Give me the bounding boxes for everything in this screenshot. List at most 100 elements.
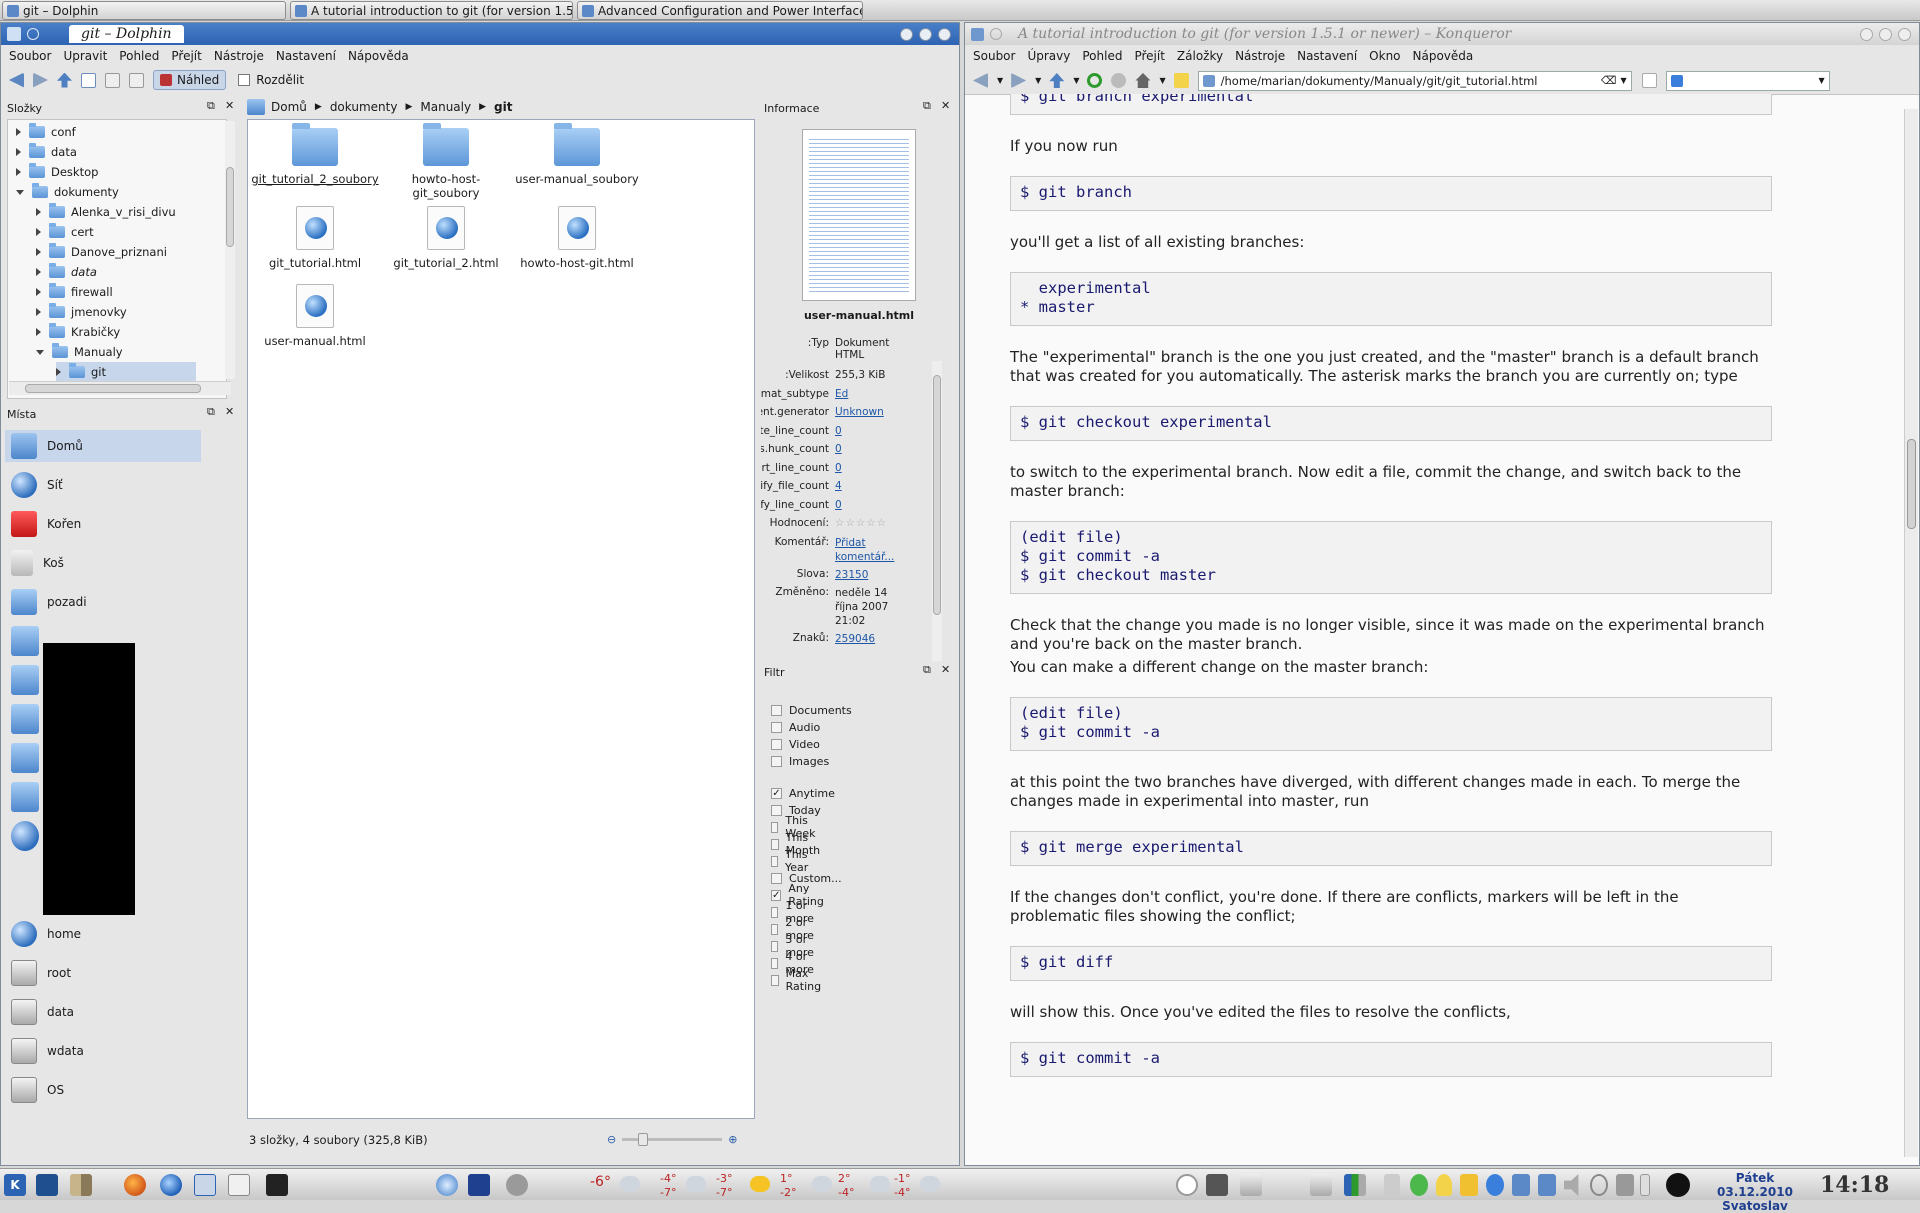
close-button[interactable] [938,27,951,41]
meta-value[interactable]: 0 [835,443,842,458]
tree-item[interactable]: Alenka_v_risi_divu [36,202,176,222]
konq-menu-item[interactable]: Přejít [1134,49,1164,63]
menu-settings[interactable]: Nastavení [276,49,336,63]
file-view[interactable]: git_tutorial_2_soubory howto-host-git_sou… [247,119,755,1119]
meta-value[interactable]: 23150 [835,568,907,582]
checkbox-icon[interactable] [771,923,779,935]
web-search-input[interactable]: ▼ [1665,70,1830,91]
checkbox-icon[interactable] [771,838,779,850]
tree-item[interactable]: git [56,362,197,382]
meta-value[interactable]: 0 [835,499,842,514]
bookmark-folder-icon[interactable] [1173,73,1189,88]
menu-help[interactable]: Nápověda [348,49,409,63]
checkbox-icon[interactable] [771,974,779,986]
folders-hscrollbar[interactable] [9,381,231,395]
filter-checkbox[interactable]: Documents [771,703,852,717]
kde-start-icon[interactable]: K [4,1174,26,1196]
tree-item[interactable]: data [36,262,97,282]
info-float-icon[interactable]: ⧉ [923,99,931,113]
filter-checkbox[interactable]: Images [771,754,829,768]
expand-arrow-icon[interactable] [36,248,41,256]
filter-checkbox[interactable]: Audio [771,720,820,734]
checkbox-icon[interactable] [771,940,779,952]
back-icon[interactable] [9,72,24,88]
panel-float-icon[interactable]: ⧉ [207,99,215,113]
folder-icon[interactable] [11,665,39,695]
konq-menu-item[interactable]: Pohled [1082,49,1122,63]
checkbox-icon[interactable] [771,906,779,918]
file-item[interactable]: howto-host-git.html [512,206,642,270]
maximize-button[interactable] [919,27,932,41]
forward-icon[interactable] [1011,73,1027,88]
bulb-tray-icon[interactable] [1436,1174,1452,1196]
expand-arrow-icon[interactable] [36,288,41,296]
folder-icon[interactable] [11,626,39,656]
info-tray-icon[interactable] [1384,1174,1400,1196]
konq-menu-item[interactable]: Soubor [973,49,1015,63]
screenshot-icon[interactable] [468,1174,490,1196]
search-dropdown-icon[interactable]: ▼ [1818,76,1824,85]
weather-widget[interactable]: -6° -4° -7° -3° -7° 1° -2° 2° -4° -1° -4° [590,1169,950,1201]
checkbox-icon[interactable] [771,755,782,767]
panel-close-icon[interactable]: ✕ [225,99,234,112]
file-item[interactable]: user-manual.html [250,284,380,348]
konq-menu-item[interactable]: Nastavení [1297,49,1357,63]
scroll-thumb[interactable] [25,384,201,393]
konq-menu-item[interactable]: Nástroje [1235,49,1285,63]
minimize-button[interactable] [1860,27,1873,41]
pager-icon[interactable] [70,1174,92,1196]
checked-checkbox-icon[interactable]: ✓ [771,787,782,799]
filter-checkbox[interactable]: Max Rating [771,967,824,993]
reload-icon[interactable] [1087,73,1103,88]
home-icon[interactable] [247,99,265,115]
crumb-dokumenty[interactable]: dokumenty [330,100,398,114]
expand-arrow-icon[interactable] [16,148,21,156]
columns-view-icon[interactable] [129,72,144,88]
checkbox-icon[interactable] [771,821,779,833]
tree-item[interactable]: cert [36,222,94,242]
file-item[interactable]: user-manual_soubory [512,123,642,186]
konq-menu-item[interactable]: Nápověda [1413,49,1474,63]
up-dropdown-icon[interactable]: ▼ [1073,76,1079,85]
menu-tools[interactable]: Nástroje [214,49,264,63]
konqueror-titlebar[interactable]: A tutorial introduction to git (for vers… [965,23,1919,45]
checkbox-icon[interactable] [771,721,782,733]
terminal-icon[interactable] [266,1174,288,1196]
up-icon[interactable] [57,72,72,88]
place-root-drive[interactable]: root [5,957,201,989]
split-button[interactable]: Rozdělit [234,70,308,90]
tree-item[interactable]: Danove_priznani [36,242,167,262]
rating-stars[interactable]: ☆☆☆☆☆ [835,517,887,532]
details-view-icon[interactable] [105,72,120,88]
expand-arrow-icon[interactable] [36,208,41,216]
icons-view-icon[interactable] [81,72,96,88]
places-float-icon[interactable]: ⧉ [207,405,215,419]
up-icon[interactable] [1049,73,1065,88]
expand-arrow-icon[interactable] [36,308,41,316]
pin-icon[interactable] [27,28,39,40]
checkbox-icon[interactable] [771,704,782,716]
settings-gear-icon[interactable] [506,1174,528,1196]
checkbox-icon[interactable] [771,855,778,867]
file-item[interactable]: howto-host-git_soubory [381,123,511,200]
place-os-drive[interactable]: OS [5,1074,201,1106]
konq-menu-item[interactable]: Úpravy [1027,49,1070,63]
zoom-track[interactable] [622,1132,723,1146]
url-bar[interactable]: /home/marian/dokumenty/Manualy/git/git_t… [1197,70,1632,91]
meta-value[interactable]: Ed [835,388,848,403]
checkbox-icon[interactable] [771,738,782,750]
volume-tray-icon[interactable] [1564,1174,1579,1196]
vscroll-thumb[interactable] [933,375,941,615]
checked-checkbox-icon[interactable]: ✓ [771,889,782,901]
pointer-tool-icon[interactable] [194,1174,216,1196]
home-dropdown-icon[interactable]: ▼ [1159,76,1165,85]
task-acpi[interactable]: Advanced Configuration and Power Interfa… [577,1,863,20]
close-button[interactable] [1898,27,1911,41]
forward-dropdown-icon[interactable]: ▼ [1035,76,1041,85]
place-trash[interactable]: Koš [5,547,201,579]
firefox-icon[interactable] [124,1174,146,1196]
file-item[interactable]: git_tutorial_2.html [381,206,511,270]
zoom-in-icon[interactable]: ⊕ [728,1133,737,1146]
task-konqueror[interactable]: A tutorial introduction to git (for vers… [290,1,573,20]
dolphin-titlebar[interactable]: git – Dolphin [1,23,959,45]
